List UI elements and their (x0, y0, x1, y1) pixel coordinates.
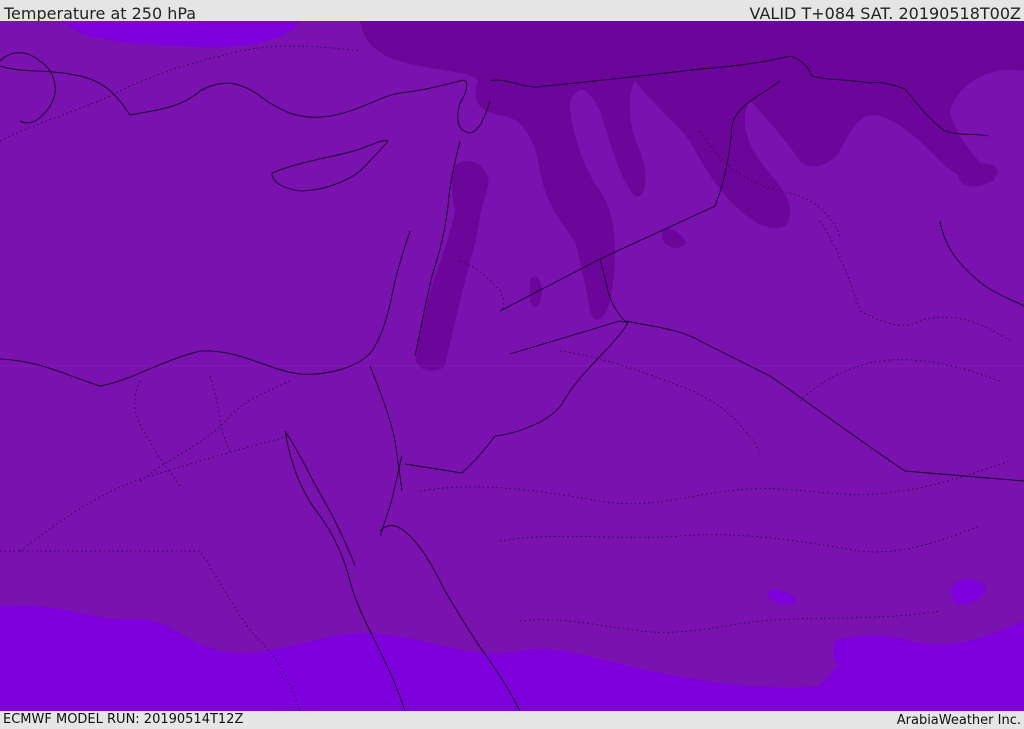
credit: ArabiaWeather Inc. (896, 713, 1021, 728)
header-bar: Temperature at 250 hPa VALID T+084 SAT. … (0, 0, 1024, 23)
temperature-map (0, 21, 1024, 711)
model-run: ECMWF MODEL RUN: 20190514T12Z (3, 712, 244, 727)
footer-bar: ECMWF MODEL RUN: 20190514T12Z ArabiaWeat… (0, 711, 1024, 729)
